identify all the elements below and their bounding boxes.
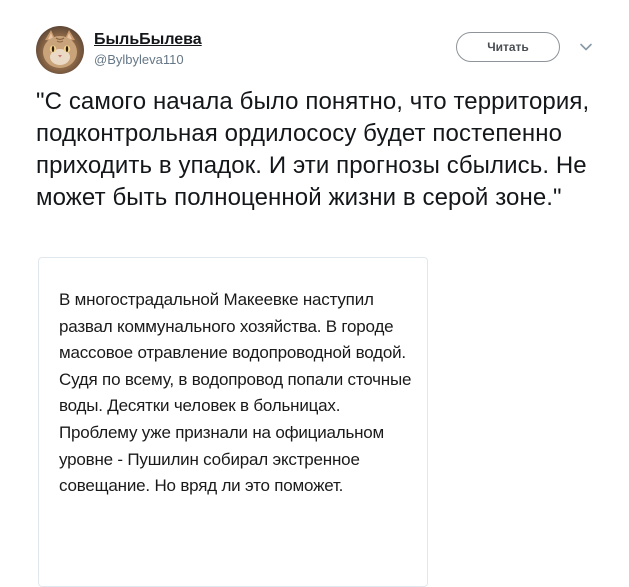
- quoted-card[interactable]: В многострадальной Макеевке наступил раз…: [38, 257, 428, 587]
- author-display-name[interactable]: БыльБылева: [94, 30, 202, 49]
- follow-button[interactable]: Читать: [456, 32, 560, 62]
- tweet: БыльБылева @Bylbyleva110 Читать "С самог…: [0, 0, 629, 587]
- cat-avatar-image: [43, 30, 77, 68]
- avatar[interactable]: [36, 26, 84, 74]
- tweet-header: БыльБылева @Bylbyleva110 Читать: [36, 26, 606, 78]
- author-names: БыльБылева @Bylbyleva110: [94, 30, 202, 68]
- quoted-text: В многострадальной Макеевке наступил раз…: [59, 290, 412, 496]
- tweet-text: "С самого начала было понятно, что терри…: [36, 88, 590, 211]
- chevron-down-icon[interactable]: [577, 38, 595, 56]
- author-handle[interactable]: @Bylbyleva110: [94, 51, 202, 68]
